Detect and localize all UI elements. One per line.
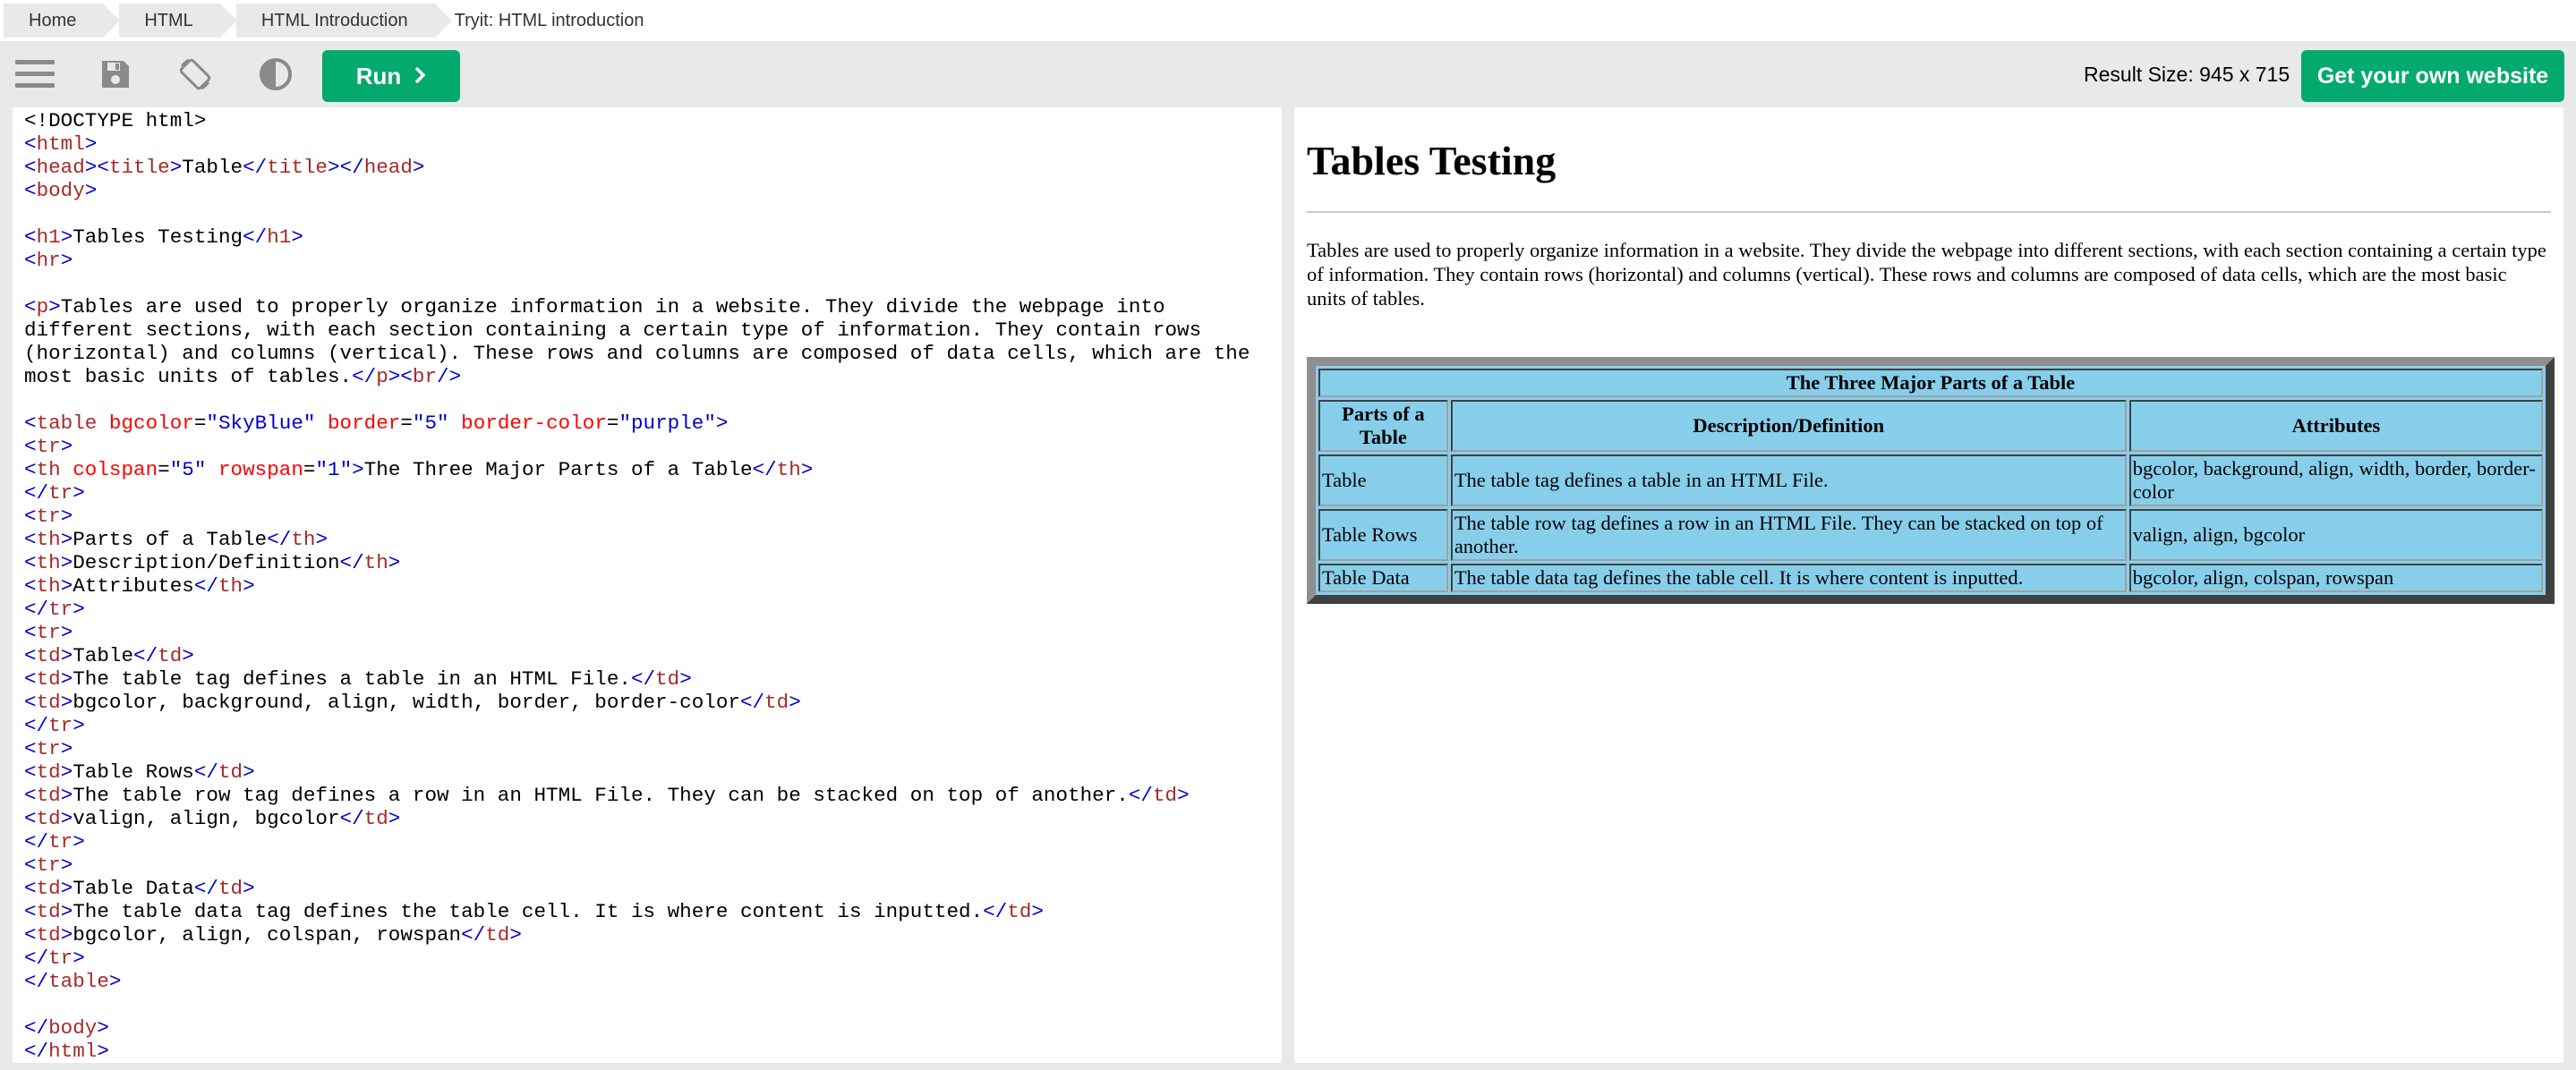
result-table: The Three Major Parts of a Table Parts o…	[1307, 357, 2555, 604]
table-row: Table The table tag defines a table in a…	[1318, 454, 2543, 506]
breadcrumb-html[interactable]: HTML	[119, 4, 238, 38]
result-divider	[1307, 211, 2551, 213]
table-header-attributes: Attributes	[2128, 400, 2543, 452]
table-cell: Table	[1318, 454, 1448, 506]
table-cell: Table Rows	[1318, 509, 1448, 561]
pane-divider[interactable]	[1282, 107, 1294, 1070]
code-editor[interactable]: <!DOCTYPE html> <html> <head><title>Tabl…	[13, 107, 1282, 1063]
code-text: <!DOCTYPE html> <html> <head><title>Tabl…	[24, 109, 1250, 1063]
contrast-icon[interactable]	[255, 55, 296, 93]
breadcrumb-current: Tryit: HTML introduction	[454, 10, 644, 30]
result-heading: Tables Testing	[1307, 138, 1557, 183]
table-cell: bgcolor, background, align, width, borde…	[2128, 454, 2543, 506]
table-header-description: Description/Definition	[1450, 400, 2127, 452]
breadcrumb: Home HTML HTML Introduction Tryit: HTML …	[0, 0, 2576, 41]
table-caption-header: The Three Major Parts of a Table	[1318, 369, 2543, 397]
table-cell: bgcolor, align, colspan, rowspan	[2128, 564, 2543, 592]
save-icon[interactable]	[95, 55, 136, 93]
rotate-icon[interactable]	[175, 55, 216, 93]
table-row: The Three Major Parts of a Table	[1318, 369, 2543, 397]
table-cell: The table tag defines a table in an HTML…	[1450, 454, 2127, 506]
breadcrumb-home[interactable]: Home	[4, 4, 121, 38]
breadcrumb-html-introduction[interactable]: HTML Introduction	[235, 4, 452, 38]
menu-icon[interactable]	[14, 55, 55, 93]
table-cell: Table Data	[1318, 564, 1448, 592]
table-row: Table Data The table data tag defines th…	[1318, 564, 2543, 592]
get-your-own-website-button[interactable]: Get your own website	[2301, 50, 2564, 102]
run-button-label: Run	[355, 62, 402, 89]
run-button[interactable]: Run	[322, 50, 460, 102]
chevron-right-icon	[414, 63, 426, 90]
result-pane: Tables Testing Tables are used to proper…	[1294, 107, 2563, 1063]
table-cell: The table data tag defines the table cel…	[1450, 564, 2127, 592]
table-row: Table Rows The table row tag defines a r…	[1318, 509, 2543, 561]
table-header-parts: Parts of a Table	[1318, 400, 1448, 452]
table-row: Parts of a Table Description/Definition …	[1318, 400, 2543, 452]
table-cell: The table row tag defines a row in an HT…	[1450, 509, 2127, 561]
result-size: Result Size: 945 x 715	[2084, 62, 2290, 86]
result-paragraph: Tables are used to properly organize inf…	[1307, 239, 2546, 310]
table-cell: valign, align, bgcolor	[2128, 509, 2543, 561]
toolbar: Run Result Size: 945 x 715 Get your own …	[0, 41, 2576, 107]
